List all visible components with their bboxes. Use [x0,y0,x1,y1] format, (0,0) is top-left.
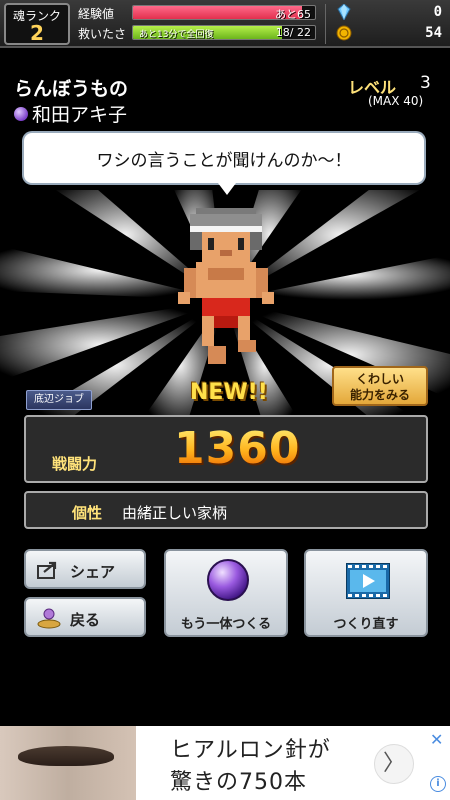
purple-orb-icon [207,559,249,601]
ad-banner[interactable]: ヒアルロン針が 驚きの750本 〉 ✕ i [0,726,450,800]
power-label: 戦闘力 [52,455,98,473]
help-recovery-text: あと13分で全回復 [139,30,214,40]
remake-button[interactable]: つくり直す [304,549,428,637]
detail-abilities-button[interactable]: くわしい 能力をみる [332,366,428,406]
gem-count: 0 [433,4,442,20]
make-another-button[interactable]: もう一体つくる [164,549,288,637]
exp-remaining: あと65 [275,8,311,20]
gem-icon [337,4,351,20]
character-sprite [178,208,274,364]
remake-label: つくり直す [333,617,399,632]
back-label: 戻る [70,611,101,629]
level-max: (MAX 40) [368,94,424,108]
power-panel: 戦闘力 1360 [24,415,428,483]
detail-button-line: くわしい [355,372,404,386]
help-row: 救いたさ あと13分で全回復 18/ 22 [78,24,318,42]
exp-bar: あと65 [132,5,316,20]
owner-name: 和田アキ子 [32,104,128,126]
ad-chevron-right-icon[interactable]: 〉 [374,744,414,784]
help-label: 救いたさ [78,27,127,41]
ad-info-icon[interactable]: i [430,776,446,792]
help-value: 18/ 22 [275,26,311,39]
status-bar: 魂ランク 2 経験値 あと65 救いたさ あと13分で全回復 18/ 22 0 … [0,0,450,48]
detail-button-line: 能力をみる [349,388,410,402]
power-value: 1360 [174,423,301,474]
coin-counter: 54 [330,25,446,43]
share-button[interactable]: シェア [24,549,146,589]
soul-rank-value: 2 [30,21,44,45]
share-label: シェア [70,563,116,581]
ad-eye-shape [18,746,114,766]
back-icon [37,608,61,629]
speech-text: ワシの言うことが聞けんのか～！ [96,151,352,171]
divider [325,4,326,44]
character-name: らんぼうもの [14,78,129,100]
back-button[interactable]: 戻る [24,597,146,637]
make-another-label: もう一体つくる [180,617,272,632]
job-tag: 底辺ジョブ [26,390,92,410]
gem-counter: 0 [330,4,446,22]
help-bar: あと13分で全回復 18/ 22 [132,25,316,40]
trait-panel: 個性 由緒正しい家柄 [24,491,428,529]
video-icon [346,563,390,599]
ad-close-icon[interactable]: ✕ [430,730,443,749]
coin-count: 54 [425,25,442,41]
owner-orb-icon [14,107,28,121]
ad-image [0,726,136,800]
ad-headline-2: 驚きの750本 [170,770,307,795]
speech-bubble: ワシの言うことが聞けんのか～！ [24,133,424,183]
level-value: 3 [420,73,431,93]
new-badge: NEW!! [190,380,268,405]
exp-row: 経験値 あと65 [78,4,318,22]
trait-value: 由緒正しい家柄 [122,504,228,522]
exp-label: 経験値 [78,7,115,21]
coin-icon [336,25,352,41]
soul-rank-box: 魂ランク 2 [4,3,70,45]
trait-label: 個性 [72,504,103,522]
ad-headline-1: ヒアルロン針が [170,738,331,763]
share-icon [37,561,57,579]
